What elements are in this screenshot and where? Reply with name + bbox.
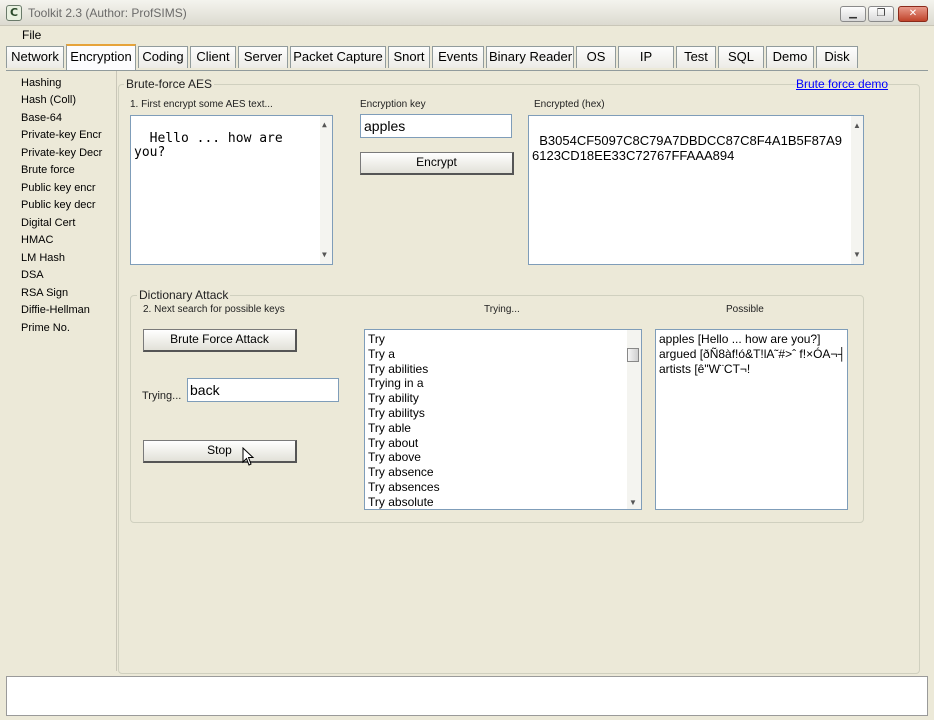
plaintext-input[interactable]: Hello ... how are you? ▲ ▼: [130, 115, 333, 265]
encrypted-hex-output[interactable]: B3054CF5097C8C79A7DBDCC87C8F4A1B5F87A961…: [528, 115, 864, 265]
list-item[interactable]: Try abilities: [365, 362, 641, 377]
sidebar-item-public-key-decr[interactable]: Public key decr: [21, 199, 96, 211]
trying-label: Trying...: [142, 390, 182, 402]
scrollbar-thumb[interactable]: [627, 348, 639, 362]
trying-list[interactable]: Try Try a Try abilities Trying in a Try …: [364, 329, 642, 510]
sidebar-item-dsa[interactable]: DSA: [21, 269, 44, 281]
list-item[interactable]: Try: [365, 332, 641, 347]
sidebar-item-public-key-encr[interactable]: Public key encr: [21, 182, 96, 194]
tab-events[interactable]: Events: [432, 46, 484, 68]
tab-server[interactable]: Server: [238, 46, 288, 68]
sidebar-item-hash-coll[interactable]: Hash (Coll): [21, 94, 76, 106]
plaintext-value: Hello ... how are you?: [134, 131, 283, 160]
maximize-button[interactable]: ❐: [868, 6, 894, 22]
list-item[interactable]: Try about: [365, 436, 641, 451]
dictionary-group-title: Dictionary Attack: [137, 288, 231, 302]
status-output[interactable]: [6, 676, 928, 716]
list-item[interactable]: Try abilitys: [365, 406, 641, 421]
step1-label: 1. First encrypt some AES text...: [130, 99, 273, 110]
brute-force-attack-button[interactable]: Brute Force Attack: [143, 329, 297, 352]
sidebar-item-lm-hash[interactable]: LM Hash: [21, 252, 65, 264]
close-button[interactable]: ✕: [898, 6, 928, 22]
encrypted-scrollbar[interactable]: ▲ ▼: [851, 116, 863, 264]
tab-ip[interactable]: IP: [618, 46, 674, 68]
list-item[interactable]: Try ability: [365, 391, 641, 406]
sidebar-item-base64[interactable]: Base-64: [21, 112, 62, 124]
sidebar: Hashing Hash (Coll) Base-64 Private-key …: [6, 71, 116, 671]
menu-file[interactable]: File: [22, 28, 41, 42]
sidebar-item-prime-no[interactable]: Prime No.: [21, 322, 70, 334]
scroll-down-icon[interactable]: ▼: [322, 248, 327, 262]
list-item[interactable]: Try able: [365, 421, 641, 436]
key-label: Encryption key: [360, 99, 426, 110]
sidebar-item-digital-cert[interactable]: Digital Cert: [21, 217, 75, 229]
close-icon: ✕: [908, 8, 918, 19]
tab-snort[interactable]: Snort: [388, 46, 430, 68]
sidebar-item-hashing[interactable]: Hashing: [21, 77, 61, 89]
list-item[interactable]: Try absences: [365, 480, 641, 495]
app-icon: C: [6, 5, 22, 21]
sidebar-item-hmac[interactable]: HMAC: [21, 234, 53, 246]
list-item[interactable]: Try absence: [365, 465, 641, 480]
menu-bar: File: [0, 26, 934, 46]
maximize-icon: ❐: [876, 8, 886, 19]
sidebar-item-private-key-decr[interactable]: Private-key Decr: [21, 147, 102, 159]
tab-test[interactable]: Test: [676, 46, 716, 68]
scroll-down-icon[interactable]: ▼: [629, 498, 637, 507]
sidebar-item-private-key-encr[interactable]: Private-key Encr: [21, 129, 102, 141]
tab-binary-reader[interactable]: Binary Reader: [486, 46, 574, 68]
possible-header: Possible: [726, 304, 764, 315]
tab-encryption[interactable]: Encryption: [66, 44, 136, 70]
tab-network[interactable]: Network: [6, 46, 64, 68]
minimize-icon: ▁: [849, 8, 857, 19]
trying-header: Trying...: [484, 304, 520, 315]
tab-sql[interactable]: SQL: [718, 46, 764, 68]
tab-packet-capture[interactable]: Packet Capture: [290, 46, 386, 68]
sidebar-item-brute-force[interactable]: Brute force: [21, 164, 75, 176]
encrypt-button[interactable]: Encrypt: [360, 152, 514, 175]
scroll-up-icon[interactable]: ▲: [853, 118, 861, 133]
cipher-label: Encrypted (hex): [534, 99, 605, 110]
title-bar: C Toolkit 2.3 (Author: ProfSIMS) ▁ ❐ ✕: [0, 0, 934, 26]
possible-keys-output[interactable]: apples [Hello ... how are you?] argued […: [655, 329, 848, 510]
tab-os[interactable]: OS: [576, 46, 616, 68]
sidebar-divider: [116, 71, 117, 671]
tab-client[interactable]: Client: [190, 46, 236, 68]
scroll-down-icon[interactable]: ▼: [853, 247, 861, 262]
brute-force-demo-link[interactable]: Brute force demo: [796, 77, 888, 91]
window-title: Toolkit 2.3 (Author: ProfSIMS): [28, 6, 187, 20]
step2-label: 2. Next search for possible keys: [143, 304, 285, 315]
list-item[interactable]: Try above: [365, 450, 641, 465]
encrypted-hex-value: B3054CF5097C8C79A7DBDCC87C8F4A1B5F87A961…: [532, 133, 843, 163]
tab-panel-border: [6, 70, 928, 71]
list-item[interactable]: Try absolute: [365, 495, 641, 509]
stop-button[interactable]: Stop: [143, 440, 297, 463]
minimize-button[interactable]: ▁: [840, 6, 866, 22]
list-item[interactable]: Trying in a: [365, 376, 641, 391]
encryption-key-input[interactable]: apples: [360, 114, 512, 138]
mouse-cursor-icon: [242, 447, 255, 466]
bruteforce-group-title: Brute-force AES: [124, 77, 215, 91]
plaintext-scrollbar[interactable]: ▲ ▼: [320, 116, 332, 264]
trying-list-scrollbar[interactable]: ▼: [627, 330, 641, 509]
trying-current-input[interactable]: back: [187, 378, 339, 402]
scroll-up-icon[interactable]: ▲: [322, 118, 327, 132]
list-item[interactable]: Try a: [365, 347, 641, 362]
tab-disk[interactable]: Disk: [816, 46, 858, 68]
sidebar-item-diffie-hellman[interactable]: Diffie-Hellman: [21, 304, 90, 316]
sidebar-item-rsa-sign[interactable]: RSA Sign: [21, 287, 68, 299]
tab-demo[interactable]: Demo: [766, 46, 814, 68]
tab-coding[interactable]: Coding: [138, 46, 188, 68]
